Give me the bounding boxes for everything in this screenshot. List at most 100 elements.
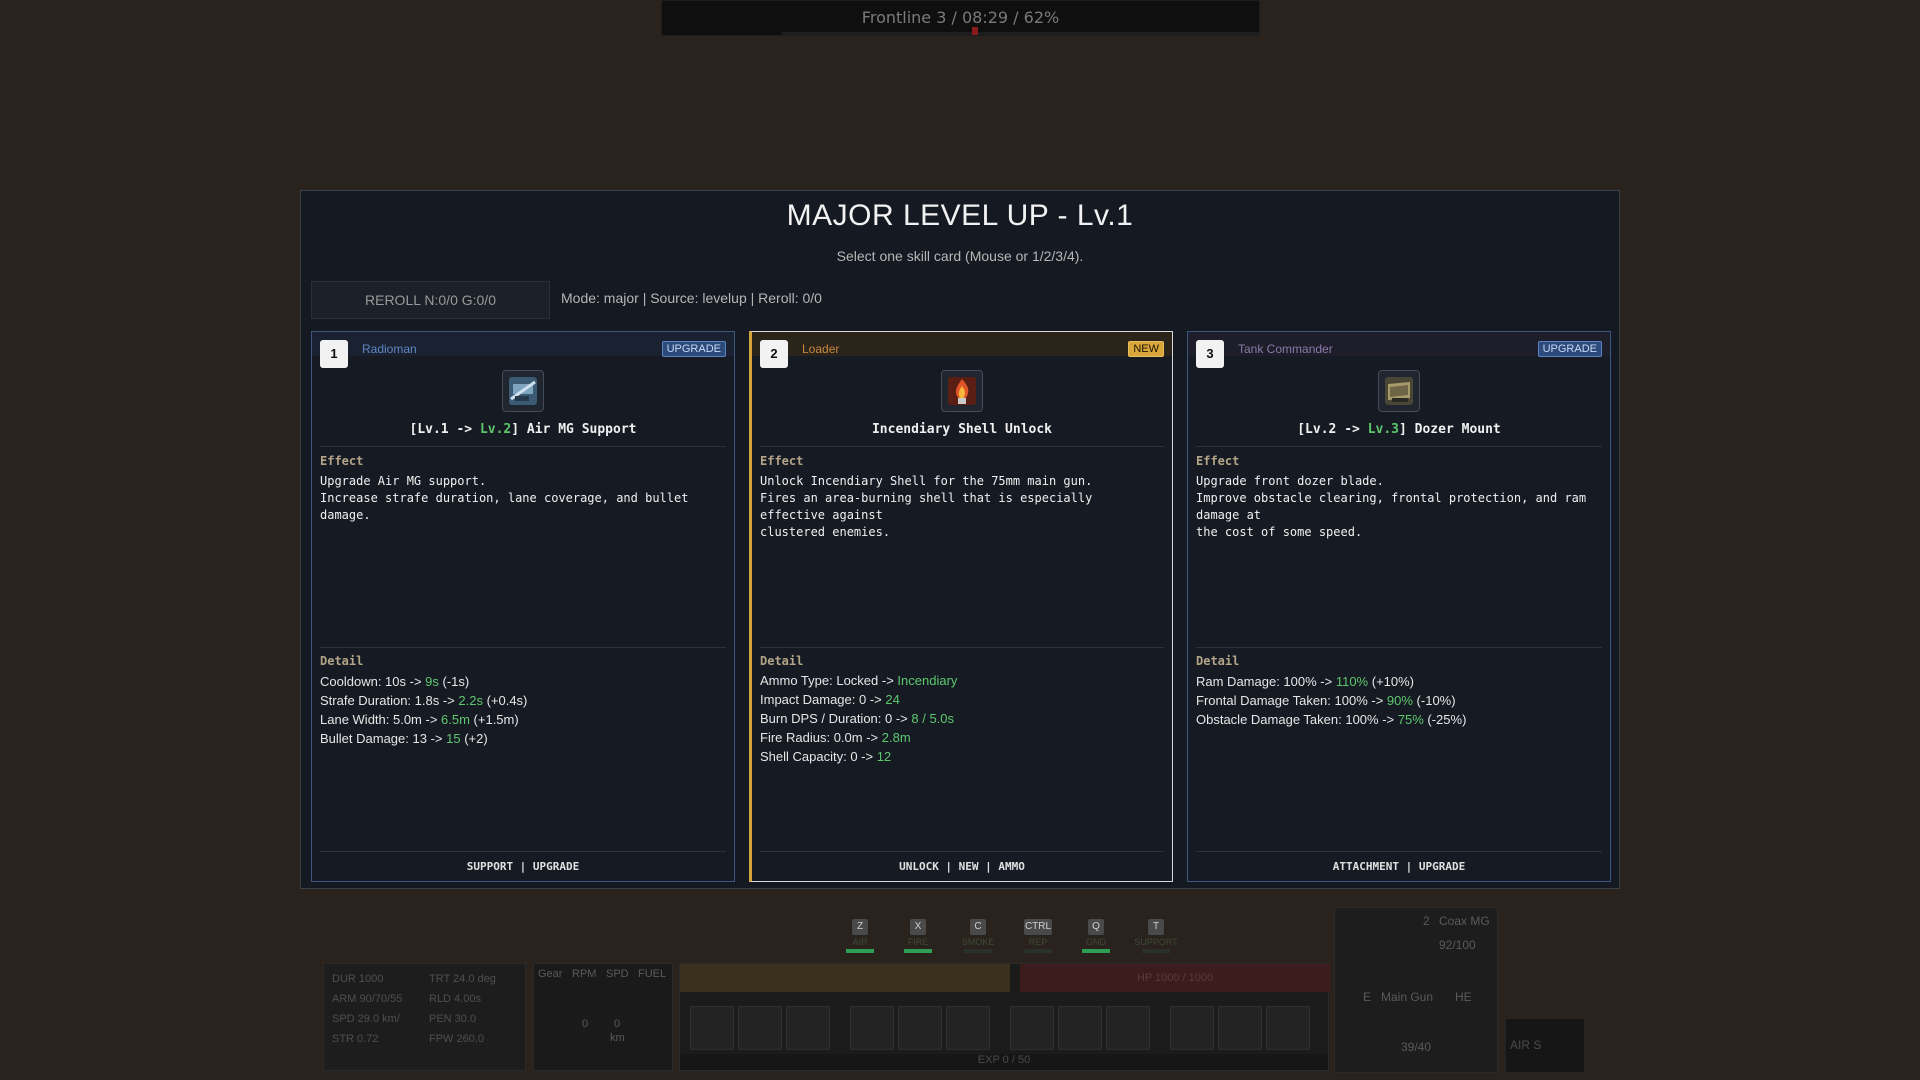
stat-penetration: PEN 30.0 (429, 1013, 477, 1025)
main-gun-label: Main Gun (1381, 990, 1434, 1004)
hotkey-ready-bar (846, 949, 874, 953)
card-number: 3 (1196, 340, 1224, 368)
title-prefix: [Lv.2 -> (1297, 422, 1368, 437)
stat-firepower: FPW 260.0 (429, 1033, 485, 1045)
hotkey-smoke[interactable]: C SMOKE (948, 914, 1008, 953)
inventory-slot[interactable] (946, 1006, 990, 1050)
skill-card-3[interactable]: 3 Tank Commander UPGRADE [Lv.2 -> Lv.3] … (1187, 331, 1611, 882)
effect-label: Effect (1196, 454, 1240, 468)
inventory-slot[interactable] (1058, 1006, 1102, 1050)
divider (320, 446, 726, 447)
upgrade-tag: UPGRADE (1537, 341, 1602, 357)
card-role: Loader (802, 342, 840, 356)
effect-line: Unlock Incendiary Shell for the 75mm mai… (760, 474, 1093, 488)
effect-text: Upgrade front dozer blade. Improve obsta… (1196, 473, 1600, 541)
hotkey-repair[interactable]: CTRL REP (1008, 914, 1068, 953)
title-name: ] Dozer Mount (1399, 422, 1501, 437)
stat-turret: TRT 24.0 deg (429, 973, 496, 985)
hotkey-ready-bar (1142, 949, 1170, 953)
effect-line: Fires an area-burning shell that is espe… (760, 491, 1093, 522)
hotkey-ground[interactable]: Q GND (1066, 914, 1126, 953)
level-up-modal: MAJOR LEVEL UP - Lv.1 Select one skill c… (300, 190, 1620, 889)
card-title: [Lv.2 -> Lv.3] Dozer Mount (1188, 422, 1610, 437)
stat-durability: DUR 1000 (332, 973, 384, 985)
gauge-speed-unit: km (610, 1032, 625, 1044)
main-gun-ammo: 39/40 (1401, 1040, 1432, 1054)
card-title: Incendiary Shell Unlock (752, 422, 1172, 437)
detail-list: Ammo Type: Locked -> Incendiary Impact D… (760, 671, 1162, 766)
reroll-button[interactable]: REROLL N:0/0 G:0/0 (311, 281, 550, 319)
gauge-rpm-value: 0 (582, 1018, 589, 1030)
divider (760, 446, 1164, 447)
card-footer-tags: SUPPORT | UPGRADE (466, 860, 580, 873)
divider (320, 647, 726, 648)
air-support-indicator: AIR S (1505, 1018, 1585, 1073)
hotkey-air[interactable]: Z AIR (830, 914, 890, 953)
top-status-bar: Frontline 3 / 08:29 / 62% (661, 0, 1260, 36)
inventory-slot[interactable] (738, 1006, 782, 1050)
hotkey-ready-bar (1082, 949, 1110, 953)
inventory-slot[interactable] (786, 1006, 830, 1050)
exp-bar: EXP 0 / 50 (680, 1054, 1328, 1070)
inventory-slot[interactable] (850, 1006, 894, 1050)
inventory-bar: HP 1000 / 1000 EXP 0 / 50 (679, 963, 1330, 1071)
coax-key: 2 (1423, 914, 1430, 928)
effect-line: Upgrade Air MG support. (320, 474, 487, 488)
detail-item: Strafe Duration: 1.8s -> 2.2s (+0.4s) (320, 693, 528, 708)
dozer-blade-icon (1378, 370, 1420, 412)
title-name: Incendiary Shell Unlock (871, 422, 1052, 437)
tank-stats-panel: DUR 1000 ARM 90/70/55 SPD 29.0 km/ STR 0… (323, 963, 526, 1071)
detail-item: Frontal Damage Taken: 100% -> 90% (-10%) (1196, 693, 1456, 708)
effect-line: Increase strafe duration, lane coverage,… (320, 491, 689, 522)
hotkey-fire[interactable]: X FIRE (888, 914, 948, 953)
detail-label: Detail (1196, 654, 1240, 668)
effect-text: Upgrade Air MG support. Increase strafe … (320, 473, 724, 524)
effect-line: clustered enemies. (760, 525, 891, 539)
radio-mg-icon (502, 370, 544, 412)
modal-title: MAJOR LEVEL UP - Lv.1 (786, 199, 1134, 232)
main-gun-ammo-type: HE (1455, 990, 1472, 1004)
hotkey-support[interactable]: T SUPPORT (1126, 914, 1186, 953)
divider (1196, 647, 1602, 648)
hotkey-ready-bar (964, 949, 992, 953)
inventory-slot[interactable] (1106, 1006, 1150, 1050)
inventory-slot[interactable] (690, 1006, 734, 1050)
inventory-slot[interactable] (898, 1006, 942, 1050)
divider (320, 851, 726, 852)
stat-reload: RLD 4.00s (429, 993, 481, 1005)
drive-gauges: Gear RPM SPD FUEL 0 0 km (533, 963, 673, 1071)
card-footer-tags: UNLOCK | NEW | AMMO (899, 860, 1025, 873)
incendiary-shell-icon (941, 370, 983, 412)
stat-steering: STR 0.72 (332, 1033, 379, 1045)
title-name: ] Air MG Support (511, 422, 637, 437)
inventory-slot[interactable] (1170, 1006, 1214, 1050)
stage-progress-marker (972, 27, 978, 35)
gauge-speed-value: 0 (614, 1018, 621, 1030)
skill-card-2[interactable]: 2 Loader NEW Incendiary Shell Unlock Eff… (749, 331, 1173, 882)
gauge-speed-label: SPD (606, 968, 629, 980)
effect-text: Unlock Incendiary Shell for the 75mm mai… (760, 473, 1162, 541)
card-number: 1 (320, 340, 348, 368)
hp-bar: HP 1000 / 1000 (1020, 964, 1330, 992)
title-prefix: [Lv.1 -> (409, 422, 480, 437)
detail-item: Obstacle Damage Taken: 100% -> 75% (-25%… (1196, 712, 1467, 727)
gauge-rpm-label: RPM (572, 968, 597, 980)
effect-line: Improve obstacle clearing, frontal prote… (1196, 491, 1587, 522)
detail-list: Cooldown: 10s -> 9s (-1s) Strafe Duratio… (320, 672, 724, 748)
hotkey-ready-bar (904, 949, 932, 953)
detail-item: Shell Capacity: 0 -> 12 (760, 749, 892, 764)
skill-card-1[interactable]: 1 Radioman UPGRADE [Lv.1 -> Lv.2] Air MG… (311, 331, 735, 882)
stat-speed: SPD 29.0 km/ (332, 1013, 400, 1025)
detail-item: Lane Width: 5.0m -> 6.5m (+1.5m) (320, 712, 519, 727)
inventory-slot[interactable] (1266, 1006, 1310, 1050)
upgrade-tag: UPGRADE (661, 341, 726, 357)
card-number: 2 (760, 340, 788, 368)
coax-ammo: 92/100 (1439, 938, 1476, 952)
title-level: Lv.3 (1367, 422, 1399, 437)
gauge-gear-label: Gear (538, 968, 563, 980)
main-gun-key: E (1363, 990, 1372, 1004)
inventory-slot[interactable] (1010, 1006, 1054, 1050)
inventory-slot[interactable] (1218, 1006, 1262, 1050)
effect-label: Effect (320, 454, 364, 468)
mode-info: Mode: major | Source: levelup | Reroll: … (561, 290, 822, 306)
